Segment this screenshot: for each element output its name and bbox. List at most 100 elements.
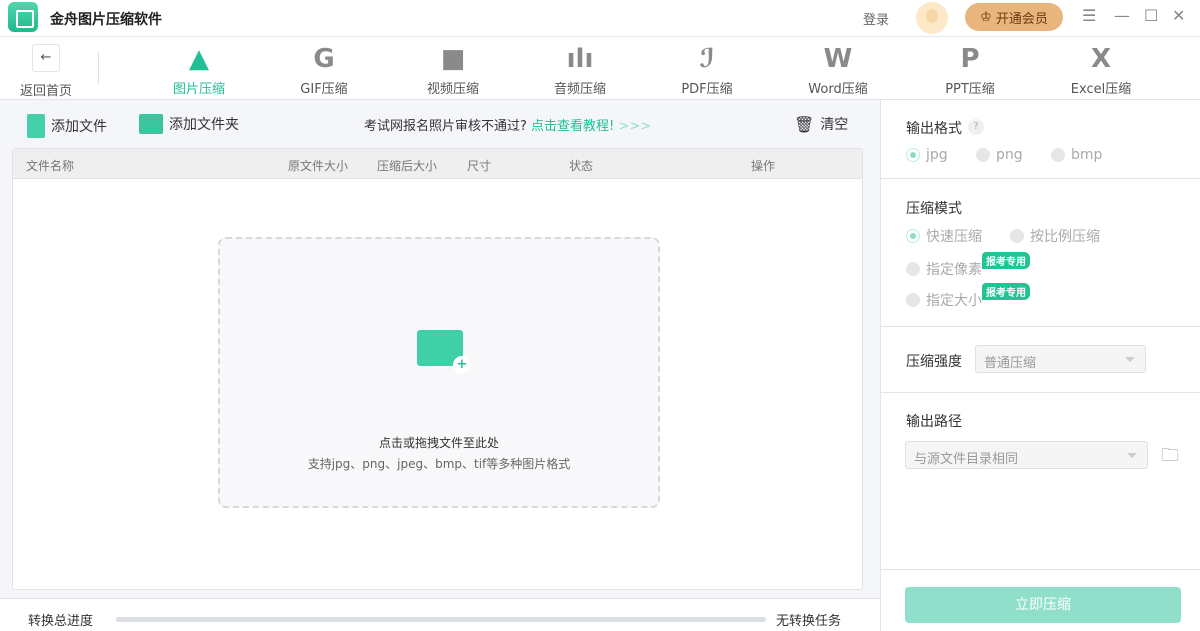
radio-icon (906, 293, 920, 307)
close-icon[interactable]: ✕ (1172, 6, 1185, 25)
notice-text: 考试网报名照片审核不通过? (364, 119, 527, 134)
help-icon[interactable]: ? (968, 119, 984, 135)
col-orig-size: 原文件大小 (288, 157, 348, 174)
title-bar: 金舟图片压缩软件 登录 ♔ 开通会员 ☰ — ☐ ✕ (0, 0, 1200, 37)
crown-icon: ♔ (980, 10, 992, 25)
file-area: 添加文件 添加文件夹 考试网报名照片审核不通过? 点击查看教程! >>> 🗑 清空… (0, 100, 880, 598)
tab-gif[interactable]: GGIF压缩 (269, 38, 379, 100)
settings-panel: 输出格式 ? jpg png bmp 压缩模式 快速压缩 按比例压缩 指定像素 … (880, 100, 1200, 631)
compress-button[interactable]: 立即压缩 (905, 587, 1181, 623)
drop-subtitle: 支持jpg、png、jpeg、bmp、tif等多种图片格式 (220, 455, 658, 472)
video-icon: ■ (398, 42, 508, 76)
tab-pdf[interactable]: ℐPDF压缩 (652, 38, 762, 100)
vip-label: 开通会员 (996, 8, 1048, 27)
arrow-left-icon: ← (41, 50, 52, 65)
exam-badge: 报考专用 (982, 252, 1030, 269)
footer: 转换总进度 无转换任务 (0, 598, 880, 631)
drop-zone[interactable]: 点击或拖拽文件至此处 支持jpg、png、jpeg、bmp、tif等多种图片格式 (218, 237, 660, 508)
divider (98, 52, 99, 84)
clear-button[interactable]: 🗑 清空 (794, 114, 848, 134)
login-link[interactable]: 登录 (863, 9, 889, 28)
app-logo-icon (8, 2, 38, 32)
format-jpg[interactable]: jpg (906, 147, 948, 163)
tutorial-link[interactable]: 点击查看教程! (531, 119, 614, 134)
col-actions: 操作 (751, 157, 775, 174)
clear-label: 清空 (820, 114, 848, 134)
folder-add-icon (417, 330, 463, 366)
tab-word[interactable]: WWord压缩 (783, 38, 893, 100)
chevrons-icon[interactable]: >>> (618, 119, 651, 134)
radio-label: bmp (1071, 147, 1102, 163)
mode-section: 压缩模式 快速压缩 按比例压缩 指定像素 报考专用 指定大小 报考专用 (881, 179, 1200, 327)
add-file-icon (27, 114, 45, 138)
drop-title: 点击或拖拽文件至此处 (220, 434, 658, 451)
tab-excel[interactable]: XExcel压缩 (1046, 38, 1156, 100)
notice: 考试网报名照片审核不通过? 点击查看教程! >>> (364, 115, 651, 134)
path-select[interactable]: 与源文件目录相同 (905, 441, 1148, 469)
format-bmp[interactable]: bmp (1051, 147, 1102, 163)
app-title: 金舟图片压缩软件 (50, 9, 162, 29)
mode-ratio[interactable]: 按比例压缩 (1010, 226, 1100, 246)
tab-audio[interactable]: ılı音频压缩 (525, 38, 635, 100)
add-folder-button[interactable]: 添加文件夹 (139, 114, 239, 134)
file-table: 文件名称 原文件大小 压缩后大小 尺寸 状态 操作 点击或拖拽文件至此处 支持j… (12, 148, 863, 590)
strength-select[interactable]: 普通压缩 (975, 345, 1146, 373)
word-icon: W (783, 42, 893, 76)
minimize-icon[interactable]: — (1114, 6, 1130, 25)
trash-icon: 🗑 (794, 115, 814, 134)
add-folder-icon (139, 114, 163, 134)
progress-bar (116, 617, 766, 622)
add-file-label: 添加文件 (51, 116, 107, 136)
excel-icon: X (1046, 42, 1156, 76)
tab-image[interactable]: ▲图片压缩 (144, 38, 254, 100)
radio-icon (1010, 229, 1024, 243)
col-dimensions: 尺寸 (467, 157, 491, 174)
col-name: 文件名称 (26, 157, 74, 174)
audio-icon: ılı (525, 42, 635, 76)
col-comp-size: 压缩后大小 (377, 157, 437, 174)
radio-label: jpg (926, 147, 948, 163)
tool-nav: ← 返回首页 ▲图片压缩 GGIF压缩 ■视频压缩 ılı音频压缩 ℐPDF压缩… (0, 38, 1200, 100)
radio-label: 快速压缩 (926, 226, 982, 246)
radio-icon (906, 148, 920, 162)
vip-button[interactable]: ♔ 开通会员 (965, 3, 1063, 31)
avatar[interactable] (916, 2, 948, 34)
progress-label: 转换总进度 (28, 610, 93, 629)
back-button[interactable]: ← (32, 44, 60, 72)
radio-label: png (996, 147, 1023, 163)
maximize-icon[interactable]: ☐ (1144, 6, 1158, 25)
radio-icon (1051, 148, 1065, 162)
tab-video[interactable]: ■视频压缩 (398, 38, 508, 100)
radio-icon (976, 148, 990, 162)
back-label[interactable]: 返回首页 (20, 80, 72, 99)
mode-size[interactable]: 指定大小 (906, 290, 982, 310)
mode-title: 压缩模式 (906, 198, 962, 218)
format-section: 输出格式 ? jpg png bmp (881, 100, 1200, 179)
radio-icon (906, 229, 920, 243)
path-title: 输出路径 (906, 411, 962, 431)
mode-fast[interactable]: 快速压缩 (906, 226, 982, 246)
ppt-icon: P (915, 42, 1025, 76)
tab-ppt[interactable]: PPPT压缩 (915, 38, 1025, 100)
radio-label: 指定大小 (926, 290, 982, 310)
pdf-icon: ℐ (652, 42, 762, 76)
radio-label: 按比例压缩 (1030, 226, 1100, 246)
folder-open-icon[interactable]: 🗀 (1161, 443, 1179, 473)
add-file-button[interactable]: 添加文件 (27, 114, 107, 138)
strength-title: 压缩强度 (906, 351, 962, 371)
add-folder-label: 添加文件夹 (169, 114, 239, 134)
mode-pixels[interactable]: 指定像素 (906, 259, 982, 279)
path-section: 输出路径 与源文件目录相同 🗀 (881, 393, 1200, 570)
strength-section: 压缩强度 普通压缩 (881, 327, 1200, 393)
gif-icon: G (269, 42, 379, 76)
radio-label: 指定像素 (926, 259, 982, 279)
image-compress-icon: ▲ (144, 42, 254, 76)
table-header: 文件名称 原文件大小 压缩后大小 尺寸 状态 操作 (13, 149, 862, 179)
col-status: 状态 (569, 157, 593, 174)
exam-badge: 报考专用 (982, 283, 1030, 300)
format-title: 输出格式 (906, 118, 962, 138)
progress-status: 无转换任务 (776, 610, 841, 629)
menu-icon[interactable]: ☰ (1082, 6, 1096, 25)
radio-icon (906, 262, 920, 276)
format-png[interactable]: png (976, 147, 1023, 163)
